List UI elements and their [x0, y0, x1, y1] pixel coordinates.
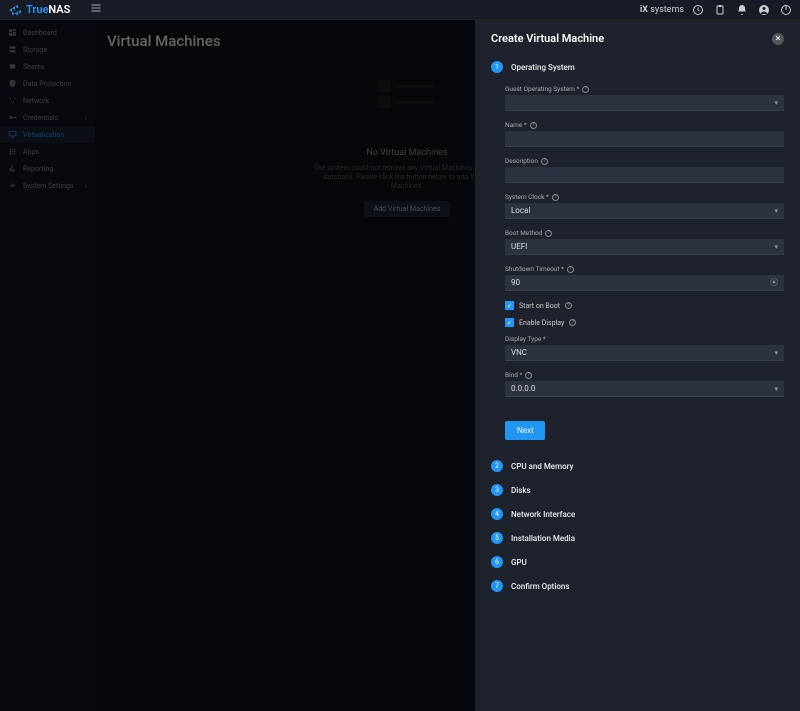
- bind-label: Bind *: [505, 371, 522, 379]
- step-number: 2: [491, 460, 503, 472]
- status-icon[interactable]: [692, 4, 704, 16]
- top-bar: TrueNAS iX iXsystemssystems: [0, 0, 800, 20]
- step-label: CPU and Memory: [511, 462, 573, 471]
- checkbox-checked-icon: ✓: [505, 301, 514, 310]
- ixsystems-logo[interactable]: iX iXsystemssystems: [640, 5, 684, 15]
- step-disks[interactable]: 3 Disks: [491, 484, 784, 496]
- power-icon[interactable]: [780, 4, 792, 16]
- help-icon[interactable]: ?: [525, 372, 532, 379]
- description-input[interactable]: [505, 167, 784, 183]
- checkbox-checked-icon: ✓: [505, 318, 514, 327]
- display-type-select[interactable]: VNC ▾: [505, 345, 784, 361]
- caret-down-icon: ▾: [774, 99, 778, 107]
- display-type-label: Display Type *: [505, 335, 546, 343]
- step-operating-system: 1 Operating System: [491, 61, 784, 73]
- guest-os-label: Guest Operating System *: [505, 85, 579, 93]
- step-network-interface[interactable]: 4 Network Interface: [491, 508, 784, 520]
- help-icon[interactable]: ?: [541, 158, 548, 165]
- shutdown-timeout-value: 90: [511, 278, 520, 287]
- step-label: Confirm Options: [511, 582, 570, 591]
- step-label: GPU: [511, 558, 527, 567]
- caret-down-icon: ▾: [774, 349, 778, 357]
- step-confirm-options[interactable]: 7 Confirm Options: [491, 580, 784, 592]
- guest-os-select[interactable]: ▾: [505, 95, 784, 111]
- start-on-boot-label: Start on Boot: [519, 302, 560, 310]
- display-type-value: VNC: [511, 348, 527, 357]
- step-label: Network Interface: [511, 510, 575, 519]
- step-number: 6: [491, 556, 503, 568]
- close-icon[interactable]: ✕: [772, 33, 784, 45]
- step-number: 7: [491, 580, 503, 592]
- caret-down-icon: ▾: [774, 385, 778, 393]
- top-bar-actions: [692, 4, 792, 16]
- help-icon[interactable]: ?: [569, 319, 576, 326]
- boot-method-value: UEFI: [511, 242, 527, 251]
- account-icon[interactable]: [758, 4, 770, 16]
- logo[interactable]: TrueNAS: [8, 3, 70, 17]
- system-clock-value: Local: [511, 206, 530, 215]
- system-clock-select[interactable]: Local ▾: [505, 203, 784, 219]
- boot-method-select[interactable]: UEFI ▾: [505, 239, 784, 255]
- step-label: Operating System: [511, 63, 575, 72]
- bind-select[interactable]: 0.0.0.0 ▾: [505, 381, 784, 397]
- start-on-boot-checkbox[interactable]: ✓ Start on Boot ?: [505, 301, 784, 310]
- step-cpu-memory[interactable]: 2 CPU and Memory: [491, 460, 784, 472]
- step-number: 4: [491, 508, 503, 520]
- help-icon[interactable]: ?: [530, 122, 537, 129]
- bell-icon[interactable]: [736, 4, 748, 16]
- name-input[interactable]: [505, 131, 784, 147]
- panel-title: Create Virtual Machine: [491, 32, 604, 45]
- description-label: Description: [505, 157, 538, 165]
- step-installation-media[interactable]: 5 Installation Media: [491, 532, 784, 544]
- enable-display-checkbox[interactable]: ✓ Enable Display ?: [505, 318, 784, 327]
- step-gpu[interactable]: 6 GPU: [491, 556, 784, 568]
- next-button[interactable]: Next: [505, 421, 545, 440]
- shutdown-timeout-input[interactable]: 90 ⦿: [505, 275, 784, 291]
- system-clock-label: System Clock *: [505, 193, 549, 201]
- logo-text: TrueNAS: [26, 3, 70, 16]
- enable-display-label: Enable Display: [519, 319, 564, 327]
- step-number: 1: [491, 61, 503, 73]
- create-vm-panel: Create Virtual Machine ✕ 1 Operating Sys…: [475, 20, 800, 711]
- step-label: Installation Media: [511, 534, 575, 543]
- menu-toggle-icon[interactable]: [90, 2, 102, 17]
- caret-down-icon: ▾: [774, 207, 778, 215]
- help-icon[interactable]: ?: [567, 266, 574, 273]
- help-icon[interactable]: ?: [582, 86, 589, 93]
- shutdown-timeout-label: Shutdown Timeout *: [505, 265, 564, 273]
- bind-value: 0.0.0.0: [511, 384, 535, 393]
- step-label: Disks: [511, 486, 531, 495]
- boot-method-label: Boot Method: [505, 229, 542, 237]
- truenas-logo-icon: [8, 3, 22, 17]
- stepper-icon[interactable]: ⦿: [770, 277, 778, 288]
- name-label: Name *: [505, 121, 527, 129]
- caret-down-icon: ▾: [774, 243, 778, 251]
- step-number: 3: [491, 484, 503, 496]
- clipboard-icon[interactable]: [714, 4, 726, 16]
- step-number: 5: [491, 532, 503, 544]
- help-icon[interactable]: ?: [565, 302, 572, 309]
- help-icon[interactable]: ?: [552, 194, 559, 201]
- help-icon[interactable]: ?: [545, 230, 552, 237]
